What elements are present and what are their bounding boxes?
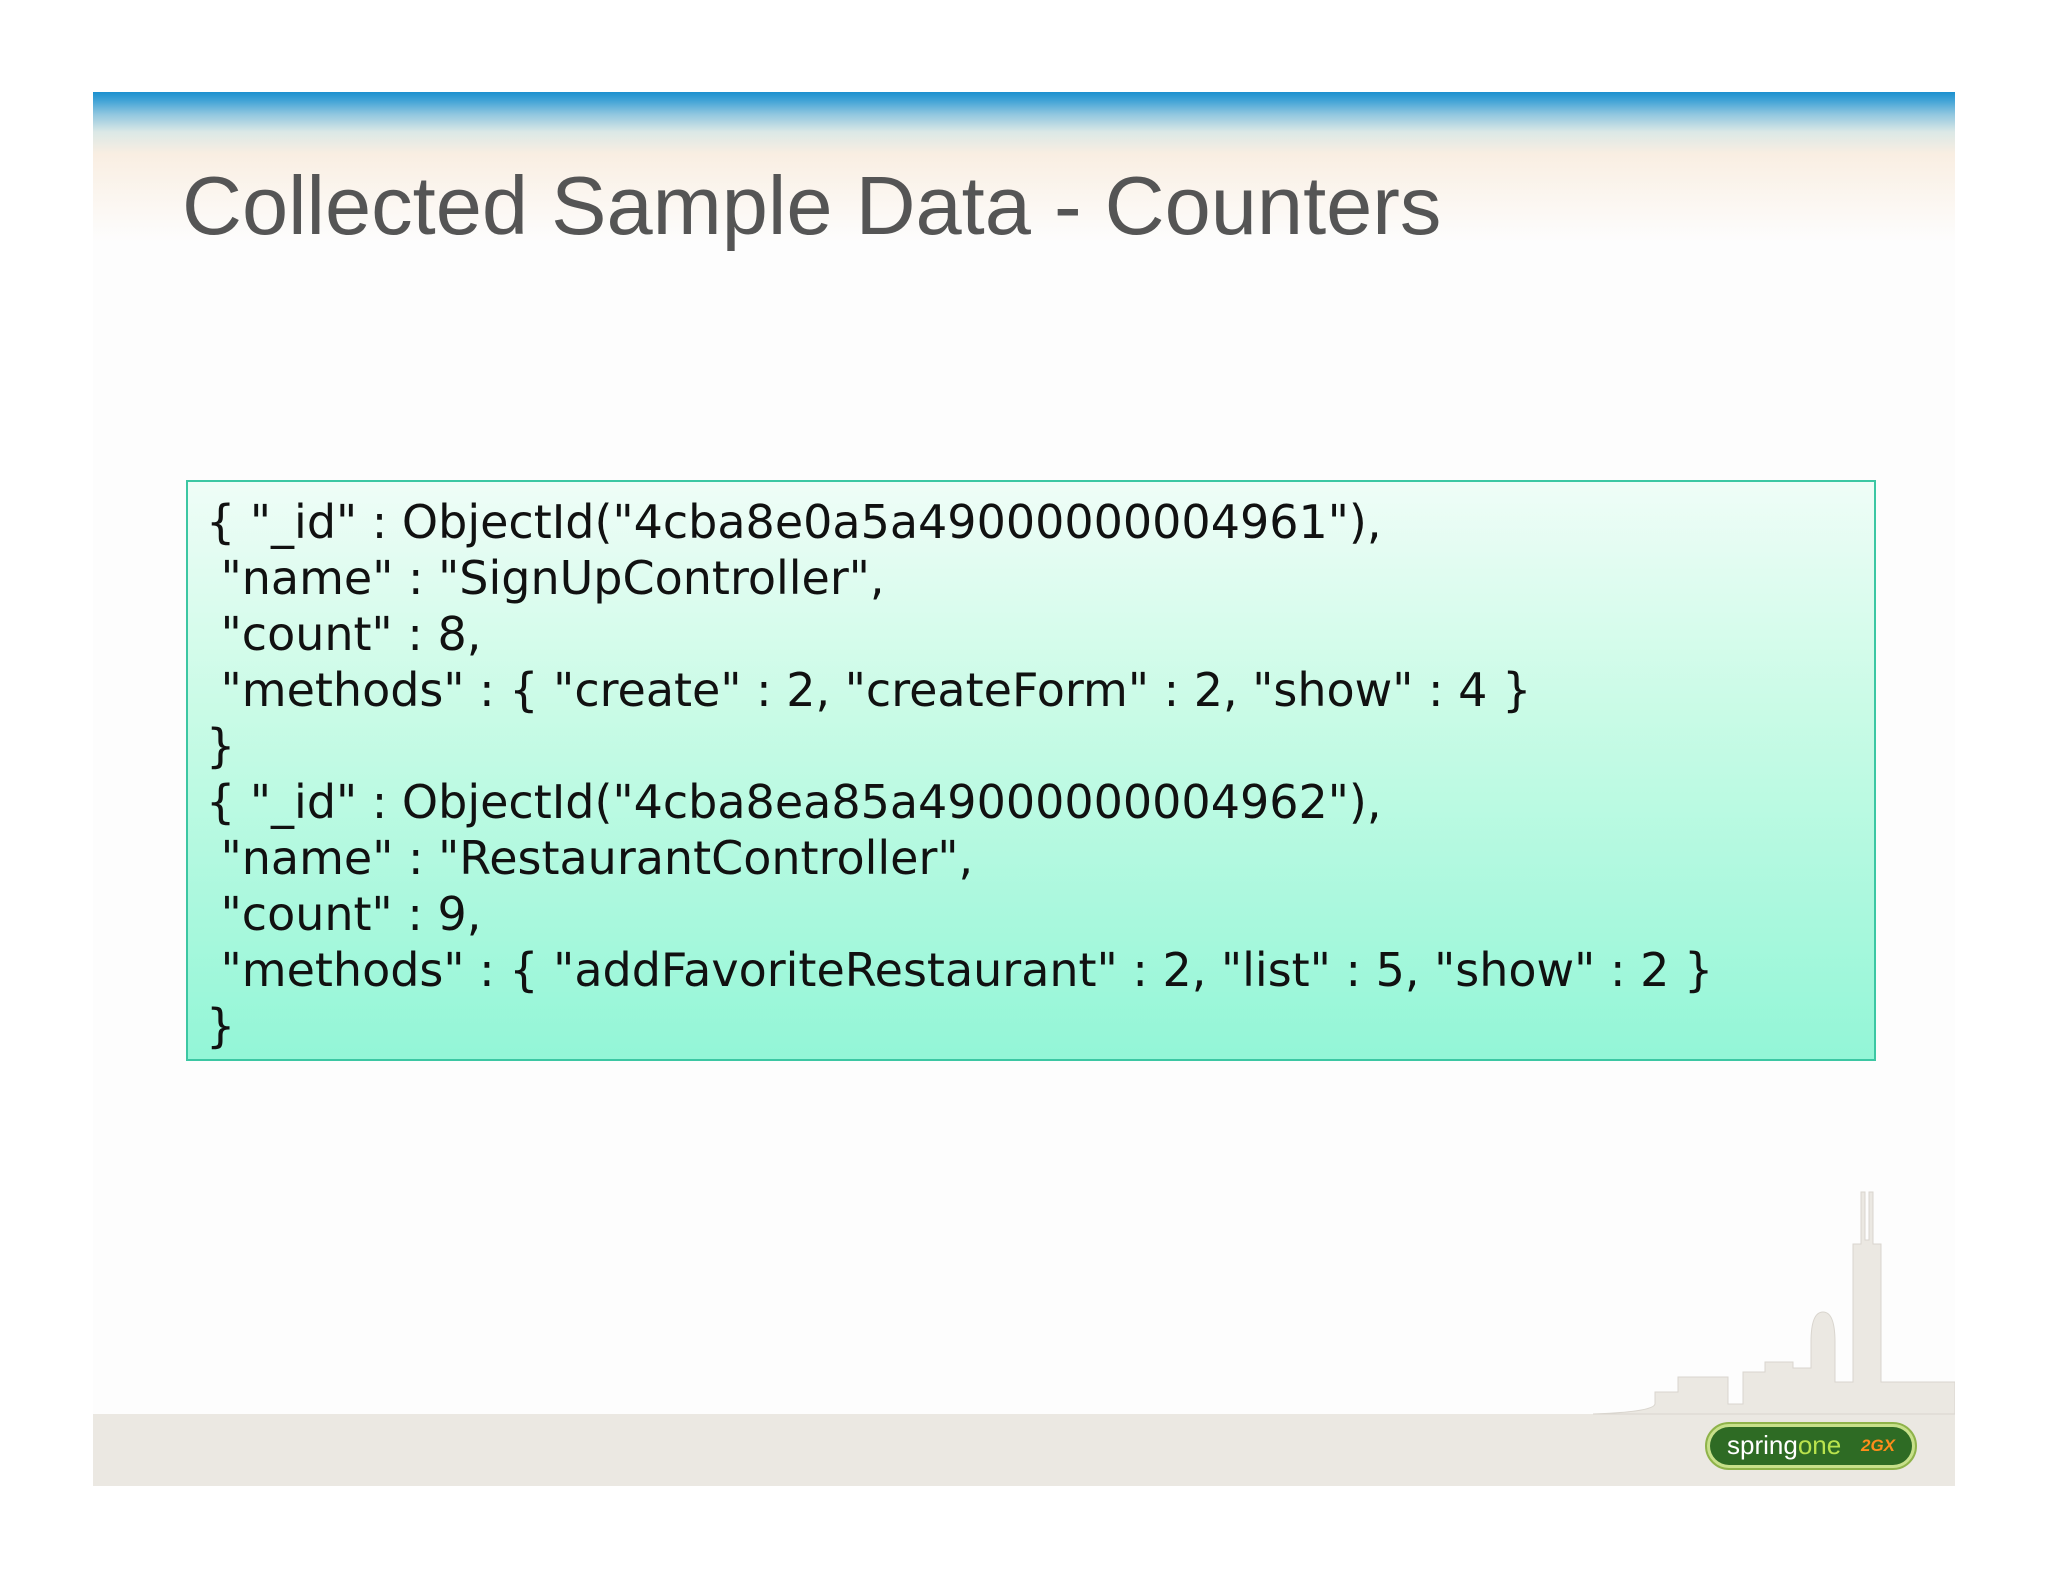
logo-badge-2gx: 2GX	[1861, 1436, 1896, 1455]
page: Collected Sample Data - Counters { "_id"…	[0, 0, 2048, 1582]
logo-word-spring: spring	[1727, 1430, 1798, 1460]
city-skyline-illustration	[1592, 1191, 1955, 1415]
logo-word-one: one	[1797, 1430, 1842, 1460]
springone-2gx-logo: springone 2GX	[1705, 1422, 1923, 1470]
slide: Collected Sample Data - Counters { "_id"…	[93, 92, 1955, 1486]
